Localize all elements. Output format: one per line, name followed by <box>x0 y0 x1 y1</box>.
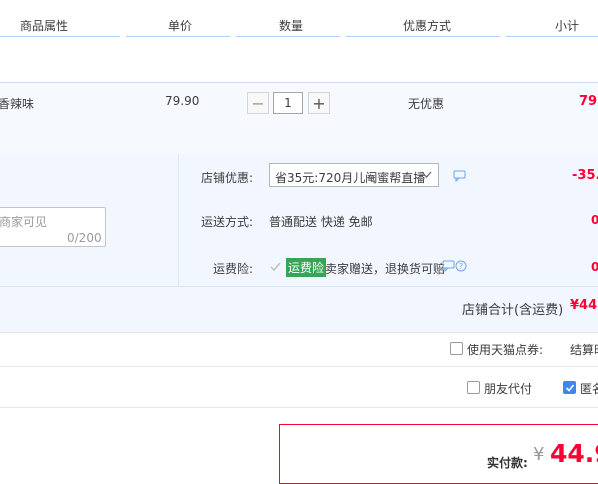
shipping-amount: 0 <box>591 213 598 227</box>
shop-total-value: ¥44 <box>570 298 598 313</box>
decrease-quantity-button[interactable]: − <box>247 92 269 114</box>
divider <box>0 332 598 333</box>
divider <box>0 286 598 287</box>
header-quantity: 数量 <box>279 19 304 33</box>
chevron-down-icon <box>421 171 432 178</box>
header-underline <box>126 36 230 37</box>
divider <box>178 154 179 286</box>
memo-placeholder: 商家可见 <box>0 215 48 229</box>
insurance-amount: 0 <box>591 260 598 274</box>
header-underline <box>506 36 598 37</box>
tmall-points-checkbox[interactable] <box>450 342 463 355</box>
header-subtotal: 小计 <box>555 19 580 33</box>
check-icon <box>565 384 575 392</box>
tmall-points-label: 使用天猫点券: <box>467 343 544 357</box>
item-subtotal: 79. <box>579 94 598 109</box>
check-icon <box>270 262 281 272</box>
payment-amount: 44.9 <box>550 439 598 468</box>
shop-total-label: 店铺合计(含运费) <box>462 303 564 318</box>
buyer-memo-textarea[interactable]: 商家可见 0/200 <box>0 207 106 247</box>
comment-icon[interactable] <box>453 170 466 182</box>
divider <box>0 407 598 408</box>
payment-label: 实付款: <box>487 456 528 470</box>
divider <box>0 366 598 367</box>
insurance-label: 运费险: <box>213 262 254 276</box>
payment-summary-box: 实付款: ¥ 44.9 <box>279 424 598 484</box>
help-icon[interactable]: ? <box>455 260 467 272</box>
header-attributes: 商品属性 <box>20 19 69 33</box>
item-attribute: 香辣味 <box>0 97 35 111</box>
memo-counter: 0/200 <box>67 231 102 245</box>
header-discount: 优惠方式 <box>403 19 452 33</box>
friend-pay-label: 朋友代付 <box>484 382 533 396</box>
shop-coupon-select[interactable]: 省35元:720月儿阉蜜帮直播 <box>269 163 439 187</box>
increase-quantity-button[interactable]: + <box>308 92 330 114</box>
quantity-input[interactable]: 1 <box>273 92 303 114</box>
header-price: 单价 <box>168 19 193 33</box>
header-underline <box>0 36 120 37</box>
insurance-badge: 运费险 <box>286 258 327 277</box>
comment-icon[interactable] <box>442 260 455 272</box>
insurance-description: 卖家赠送，退换货可赔 <box>325 262 446 276</box>
table-header: 商品属性 单价 数量 优惠方式 小计 <box>0 0 598 40</box>
payment-currency: ¥ <box>533 444 545 465</box>
anonymous-checkbox[interactable] <box>563 381 576 394</box>
header-underline <box>236 36 340 37</box>
header-underline <box>346 36 500 37</box>
settle-label: 结算时 <box>570 343 598 357</box>
coupon-selected-value: 省35元:720月儿阉蜜帮直播 <box>275 171 426 185</box>
coupon-label: 店铺优惠: <box>201 171 254 185</box>
svg-text:?: ? <box>459 262 463 271</box>
item-price: 79.90 <box>165 94 200 108</box>
anonymous-label: 匿名 <box>580 382 598 396</box>
item-discount: 无优惠 <box>408 97 445 111</box>
shipping-method: 普通配送 快递 免邮 <box>269 215 373 229</box>
friend-pay-checkbox[interactable] <box>467 381 480 394</box>
coupon-amount: -35. <box>572 168 598 183</box>
shipping-label: 运送方式: <box>201 215 254 229</box>
